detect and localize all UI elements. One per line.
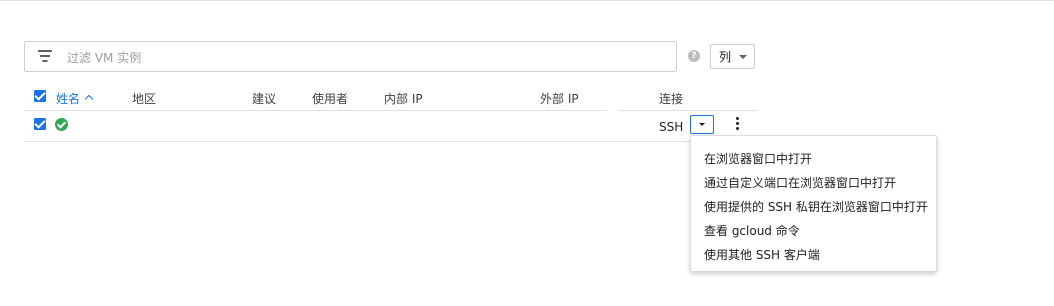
- select-all-checkbox[interactable]: [34, 90, 46, 102]
- column-header-recommendation[interactable]: 建议: [252, 90, 276, 107]
- top-divider: [0, 0, 1054, 1]
- ssh-dropdown-button[interactable]: [690, 115, 714, 134]
- filter-input[interactable]: 过滤 VM 实例: [24, 41, 677, 72]
- columns-button[interactable]: 列: [710, 44, 755, 69]
- menu-item-open-with-private-key[interactable]: 使用提供的 SSH 私钥在浏览器窗口中打开: [704, 198, 928, 215]
- row-checkbox[interactable]: [34, 118, 46, 130]
- menu-item-open-in-browser[interactable]: 在浏览器窗口中打开: [704, 150, 812, 167]
- ssh-options-menu: 在浏览器窗口中打开 通过自定义端口在浏览器窗口中打开 使用提供的 SSH 私钥在…: [690, 135, 937, 272]
- ssh-button[interactable]: SSH: [659, 120, 683, 134]
- chevron-down-icon: [739, 54, 748, 59]
- table-header: 姓名 地区 建议 使用者 内部 IP 外部 IP 连接: [0, 86, 1054, 110]
- filter-placeholder: 过滤 VM 实例: [67, 51, 142, 65]
- column-header-zone[interactable]: 地区: [132, 90, 156, 107]
- menu-item-other-ssh-client[interactable]: 使用其他 SSH 客户端: [704, 246, 820, 263]
- menu-item-open-custom-port[interactable]: 通过自定义端口在浏览器窗口中打开: [704, 174, 896, 191]
- columns-button-label: 列: [719, 50, 732, 64]
- column-header-external-ip[interactable]: 外部 IP: [540, 90, 579, 107]
- chevron-down-icon: [699, 123, 705, 126]
- more-vert-icon[interactable]: [736, 117, 740, 131]
- column-header-connect: 连接: [659, 92, 684, 106]
- menu-item-view-gcloud-command[interactable]: 查看 gcloud 命令: [704, 222, 800, 239]
- column-header-internal-ip[interactable]: 内部 IP: [384, 90, 423, 107]
- status-ok-icon: [55, 118, 68, 131]
- row-divider: [24, 141, 757, 142]
- filter-icon: [38, 50, 52, 62]
- sort-ascending-icon: [84, 94, 94, 104]
- column-header-in-use-by[interactable]: 使用者: [312, 90, 348, 107]
- help-icon[interactable]: ?: [688, 50, 700, 62]
- column-header-name[interactable]: 姓名: [56, 90, 94, 107]
